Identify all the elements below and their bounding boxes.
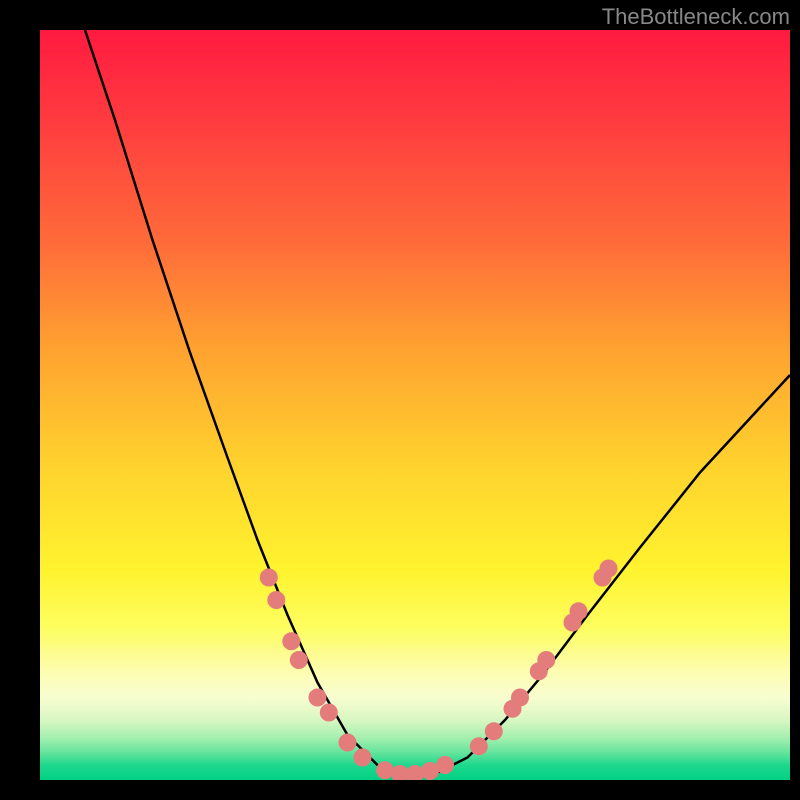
- curve-markers: [260, 560, 618, 781]
- curve-marker: [485, 722, 503, 740]
- curve-marker: [570, 602, 588, 620]
- chart-plot-area: [40, 30, 790, 780]
- curve-marker: [309, 689, 327, 707]
- curve-marker: [537, 651, 555, 669]
- curve-marker: [267, 591, 285, 609]
- curve-marker: [320, 704, 338, 722]
- curve-marker: [339, 734, 357, 752]
- watermark-text: TheBottleneck.com: [602, 4, 790, 30]
- bottleneck-curve: [85, 30, 790, 776]
- curve-marker: [260, 569, 278, 587]
- chart-svg: [40, 30, 790, 780]
- curve-marker: [290, 651, 308, 669]
- curve-marker: [354, 749, 372, 767]
- curve-marker: [470, 737, 488, 755]
- curve-marker: [282, 632, 300, 650]
- curve-marker: [436, 756, 454, 774]
- curve-marker: [511, 689, 529, 707]
- curve-marker: [600, 560, 618, 578]
- curve-marker: [376, 761, 394, 779]
